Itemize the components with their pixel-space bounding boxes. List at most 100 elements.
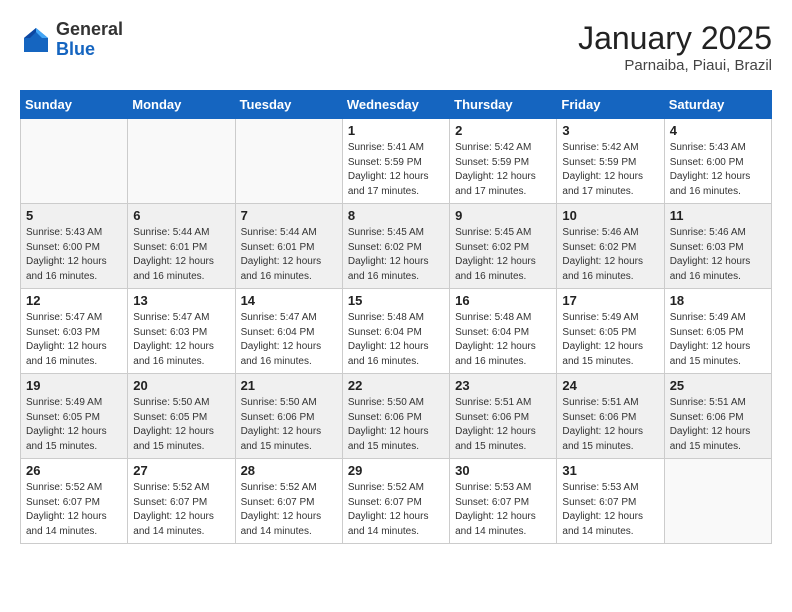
day-number: 20 (133, 378, 229, 393)
calendar-cell: 25 Sunrise: 5:51 AM Sunset: 6:06 PM Dayli… (664, 374, 771, 459)
day-number: 18 (670, 293, 766, 308)
day-info: Sunrise: 5:43 AM Sunset: 6:00 PM Dayligh… (670, 141, 766, 199)
day-info: Sunrise: 5:51 AM Sunset: 6:06 PM Dayligh… (670, 396, 766, 454)
calendar-cell (21, 119, 128, 204)
day-info: Sunrise: 5:44 AM Sunset: 6:01 PM Dayligh… (133, 226, 229, 284)
day-number: 9 (455, 208, 551, 223)
day-number: 8 (348, 208, 444, 223)
day-info: Sunrise: 5:41 AM Sunset: 5:59 PM Dayligh… (348, 141, 444, 199)
weekday-header-wednesday: Wednesday (342, 91, 449, 119)
month-title: January 2025 (578, 20, 772, 57)
day-number: 25 (670, 378, 766, 393)
day-number: 2 (455, 123, 551, 138)
day-number: 28 (241, 463, 337, 478)
day-number: 6 (133, 208, 229, 223)
calendar-cell: 9 Sunrise: 5:45 AM Sunset: 6:02 PM Daylig… (450, 204, 557, 289)
day-info: Sunrise: 5:48 AM Sunset: 6:04 PM Dayligh… (455, 311, 551, 369)
day-number: 26 (26, 463, 122, 478)
day-info: Sunrise: 5:52 AM Sunset: 6:07 PM Dayligh… (26, 481, 122, 539)
day-number: 21 (241, 378, 337, 393)
day-info: Sunrise: 5:42 AM Sunset: 5:59 PM Dayligh… (455, 141, 551, 199)
calendar-cell: 26 Sunrise: 5:52 AM Sunset: 6:07 PM Dayli… (21, 459, 128, 544)
calendar-cell: 15 Sunrise: 5:48 AM Sunset: 6:04 PM Dayli… (342, 289, 449, 374)
day-info: Sunrise: 5:51 AM Sunset: 6:06 PM Dayligh… (455, 396, 551, 454)
day-number: 1 (348, 123, 444, 138)
day-number: 4 (670, 123, 766, 138)
calendar-cell: 21 Sunrise: 5:50 AM Sunset: 6:06 PM Dayli… (235, 374, 342, 459)
day-number: 5 (26, 208, 122, 223)
weekday-row: SundayMondayTuesdayWednesdayThursdayFrid… (21, 91, 772, 119)
day-info: Sunrise: 5:45 AM Sunset: 6:02 PM Dayligh… (348, 226, 444, 284)
day-number: 29 (348, 463, 444, 478)
calendar-cell: 31Sunrise: 5:53 AM Sunset: 6:07 PM Dayli… (557, 459, 664, 544)
calendar-cell: 4 Sunrise: 5:43 AM Sunset: 6:00 PM Daylig… (664, 119, 771, 204)
day-info: Sunrise: 5:49 AM Sunset: 6:05 PM Dayligh… (562, 311, 658, 369)
calendar-cell: 1 Sunrise: 5:41 AM Sunset: 5:59 PM Daylig… (342, 119, 449, 204)
day-info: Sunrise: 5:52 AM Sunset: 6:07 PM Dayligh… (241, 481, 337, 539)
calendar-header: SundayMondayTuesdayWednesdayThursdayFrid… (21, 91, 772, 119)
day-info: Sunrise: 5:53 AM Sunset: 6:07 PM Dayligh… (562, 481, 658, 539)
calendar-cell: 2 Sunrise: 5:42 AM Sunset: 5:59 PM Daylig… (450, 119, 557, 204)
day-number: 17 (562, 293, 658, 308)
day-info: Sunrise: 5:42 AM Sunset: 5:59 PM Dayligh… (562, 141, 658, 199)
page-header: General Blue January 2025 Parnaiba, Piau… (20, 20, 772, 74)
day-number: 12 (26, 293, 122, 308)
day-info: Sunrise: 5:46 AM Sunset: 6:02 PM Dayligh… (562, 226, 658, 284)
day-info: Sunrise: 5:46 AM Sunset: 6:03 PM Dayligh… (670, 226, 766, 284)
day-info: Sunrise: 5:50 AM Sunset: 6:06 PM Dayligh… (348, 396, 444, 454)
weekday-header-saturday: Saturday (664, 91, 771, 119)
day-info: Sunrise: 5:51 AM Sunset: 6:06 PM Dayligh… (562, 396, 658, 454)
day-number: 23 (455, 378, 551, 393)
calendar-cell: 18 Sunrise: 5:49 AM Sunset: 6:05 PM Dayli… (664, 289, 771, 374)
day-number: 11 (670, 208, 766, 223)
day-info: Sunrise: 5:48 AM Sunset: 6:04 PM Dayligh… (348, 311, 444, 369)
day-info: Sunrise: 5:52 AM Sunset: 6:07 PM Dayligh… (133, 481, 229, 539)
logo-icon (20, 24, 52, 56)
calendar-cell: 24 Sunrise: 5:51 AM Sunset: 6:06 PM Dayli… (557, 374, 664, 459)
calendar-cell: 17 Sunrise: 5:49 AM Sunset: 6:05 PM Dayli… (557, 289, 664, 374)
location: Parnaiba, Piaui, Brazil (578, 57, 772, 74)
weekday-header-monday: Monday (128, 91, 235, 119)
weekday-header-sunday: Sunday (21, 91, 128, 119)
day-number: 24 (562, 378, 658, 393)
weekday-header-friday: Friday (557, 91, 664, 119)
logo: General Blue (20, 20, 123, 60)
calendar-cell: 23 Sunrise: 5:51 AM Sunset: 6:06 PM Dayli… (450, 374, 557, 459)
logo-general: General (56, 20, 123, 40)
logo-text: General Blue (56, 20, 123, 60)
day-info: Sunrise: 5:49 AM Sunset: 6:05 PM Dayligh… (670, 311, 766, 369)
day-number: 19 (26, 378, 122, 393)
calendar-cell: 27Sunrise: 5:52 AM Sunset: 6:07 PM Dayli… (128, 459, 235, 544)
day-info: Sunrise: 5:44 AM Sunset: 6:01 PM Dayligh… (241, 226, 337, 284)
day-info: Sunrise: 5:50 AM Sunset: 6:06 PM Dayligh… (241, 396, 337, 454)
week-row-4: 26 Sunrise: 5:52 AM Sunset: 6:07 PM Dayli… (21, 459, 772, 544)
calendar-cell (235, 119, 342, 204)
day-number: 15 (348, 293, 444, 308)
calendar-cell: 7 Sunrise: 5:44 AM Sunset: 6:01 PM Daylig… (235, 204, 342, 289)
calendar-cell: 11 Sunrise: 5:46 AM Sunset: 6:03 PM Dayli… (664, 204, 771, 289)
calendar-cell (128, 119, 235, 204)
day-info: Sunrise: 5:45 AM Sunset: 6:02 PM Dayligh… (455, 226, 551, 284)
calendar-cell: 22 Sunrise: 5:50 AM Sunset: 6:06 PM Dayli… (342, 374, 449, 459)
calendar-cell: 29 Sunrise: 5:52 AM Sunset: 6:07 PM Dayli… (342, 459, 449, 544)
calendar-cell: 13Sunrise: 5:47 AM Sunset: 6:03 PM Dayli… (128, 289, 235, 374)
day-number: 7 (241, 208, 337, 223)
calendar-cell: 14 Sunrise: 5:47 AM Sunset: 6:04 PM Dayli… (235, 289, 342, 374)
calendar-cell: 10Sunrise: 5:46 AM Sunset: 6:02 PM Dayli… (557, 204, 664, 289)
calendar-cell: 3Sunrise: 5:42 AM Sunset: 5:59 PM Daylig… (557, 119, 664, 204)
day-info: Sunrise: 5:47 AM Sunset: 6:04 PM Dayligh… (241, 311, 337, 369)
calendar-cell: 16 Sunrise: 5:48 AM Sunset: 6:04 PM Dayli… (450, 289, 557, 374)
day-info: Sunrise: 5:50 AM Sunset: 6:05 PM Dayligh… (133, 396, 229, 454)
week-row-0: 1 Sunrise: 5:41 AM Sunset: 5:59 PM Daylig… (21, 119, 772, 204)
calendar-cell: 20 Sunrise: 5:50 AM Sunset: 6:05 PM Dayli… (128, 374, 235, 459)
calendar-cell: 12Sunrise: 5:47 AM Sunset: 6:03 PM Dayli… (21, 289, 128, 374)
calendar-cell: 28 Sunrise: 5:52 AM Sunset: 6:07 PM Dayli… (235, 459, 342, 544)
day-info: Sunrise: 5:47 AM Sunset: 6:03 PM Dayligh… (133, 311, 229, 369)
day-info: Sunrise: 5:52 AM Sunset: 6:07 PM Dayligh… (348, 481, 444, 539)
day-number: 22 (348, 378, 444, 393)
calendar-cell: 8 Sunrise: 5:45 AM Sunset: 6:02 PM Daylig… (342, 204, 449, 289)
day-info: Sunrise: 5:43 AM Sunset: 6:00 PM Dayligh… (26, 226, 122, 284)
day-number: 16 (455, 293, 551, 308)
day-number: 14 (241, 293, 337, 308)
calendar-cell: 6 Sunrise: 5:44 AM Sunset: 6:01 PM Daylig… (128, 204, 235, 289)
